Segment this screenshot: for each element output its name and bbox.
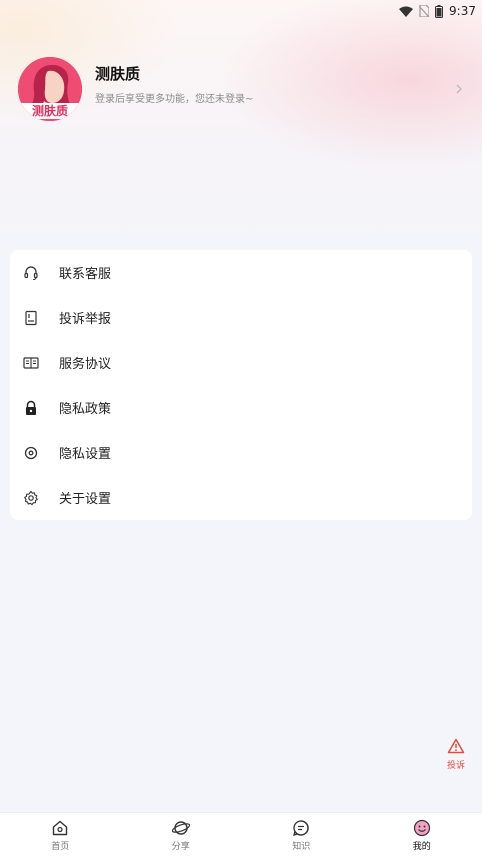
privacy-settings-icon xyxy=(23,445,39,461)
menu-item-label: 关于设置 xyxy=(59,492,112,507)
tab-home[interactable]: 首页 xyxy=(0,813,121,856)
battery-icon xyxy=(435,4,444,18)
menu-item-label: 隐私设置 xyxy=(59,447,112,462)
tab-label: 分享 xyxy=(171,842,190,852)
wifi-icon xyxy=(399,6,414,17)
profile-header[interactable]: 测肤质 测肤质 登录后享受更多功能，您还未登录~ xyxy=(18,56,468,122)
tab-label: 我的 xyxy=(412,842,431,852)
complaint-label: 投诉 xyxy=(446,761,465,771)
menu-item-privacy-policy[interactable]: 隐私政策 xyxy=(10,385,472,430)
app-name: 测肤质 xyxy=(95,65,141,83)
planet-icon xyxy=(171,821,190,835)
menu-item-about-settings[interactable]: 关于设置 xyxy=(10,475,472,520)
gear-icon xyxy=(23,490,39,506)
login-hint: 登录后享受更多功能，您还未登录~ xyxy=(95,94,254,105)
menu-item-label: 服务协议 xyxy=(59,357,112,372)
headset-icon xyxy=(23,265,39,281)
complaint-float-button[interactable]: 投诉 xyxy=(440,738,472,771)
avatar[interactable]: 测肤质 xyxy=(18,57,82,121)
smiley-icon xyxy=(413,819,430,837)
chevron-right-icon xyxy=(456,84,462,94)
bottom-tab-bar: 首页 分享 知识 我的 xyxy=(0,812,482,856)
menu-card: 联系客服 投诉举报 服务协议 隐私政策 隐私设置 关于设置 xyxy=(10,250,472,520)
book-icon xyxy=(23,355,39,371)
lock-icon xyxy=(23,400,39,416)
home-icon xyxy=(53,820,68,836)
menu-item-privacy-settings[interactable]: 隐私设置 xyxy=(10,430,472,475)
menu-item-label: 联系客服 xyxy=(59,267,112,282)
tab-label: 首页 xyxy=(51,842,70,852)
header-background xyxy=(0,0,482,260)
menu-item-service-agreement[interactable]: 服务协议 xyxy=(10,340,472,385)
menu-item-label: 投诉举报 xyxy=(59,312,112,327)
tab-label: 知识 xyxy=(292,842,311,852)
menu-item-label: 隐私政策 xyxy=(59,402,112,417)
status-time: 9:37 xyxy=(449,4,476,18)
tab-mine[interactable]: 我的 xyxy=(362,813,482,856)
menu-item-contact-support[interactable]: 联系客服 xyxy=(10,250,472,295)
no-sim-icon xyxy=(419,5,430,17)
warning-icon xyxy=(447,738,465,754)
chat-icon xyxy=(293,820,309,836)
tab-share[interactable]: 分享 xyxy=(121,813,242,856)
report-icon xyxy=(23,310,39,326)
tab-knowledge[interactable]: 知识 xyxy=(241,813,362,856)
avatar-logo-text: 测肤质 xyxy=(18,103,82,119)
status-bar: 9:37 xyxy=(0,0,482,22)
menu-item-complaint-report[interactable]: 投诉举报 xyxy=(10,295,472,340)
